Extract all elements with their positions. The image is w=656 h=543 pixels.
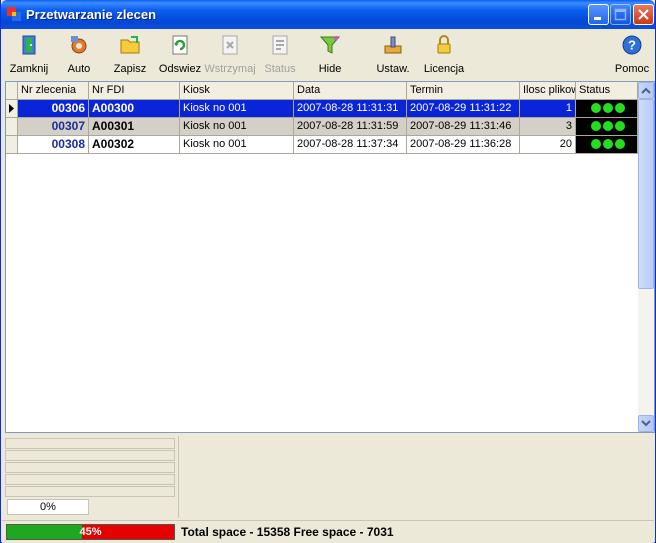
save-folder-icon bbox=[120, 36, 140, 54]
minimize-button[interactable] bbox=[588, 4, 609, 25]
status-light-icon bbox=[591, 103, 601, 113]
refresh-icon bbox=[172, 35, 188, 55]
status-light-icon bbox=[615, 139, 625, 149]
cell-nr-fdi: A00300 bbox=[89, 100, 180, 118]
help-icon: ? bbox=[622, 35, 642, 55]
row-indicator bbox=[6, 100, 18, 118]
vertical-scrollbar[interactable] bbox=[638, 82, 654, 432]
log-line bbox=[5, 474, 175, 485]
hide-button[interactable]: Hide bbox=[313, 32, 347, 76]
cell-kiosk: Kiosk no 001 bbox=[180, 136, 294, 154]
log-line bbox=[5, 438, 175, 449]
settings-icon bbox=[384, 36, 402, 54]
status-bar: 45% Total space - 15358 Free space - 703… bbox=[2, 520, 654, 543]
lock-icon bbox=[437, 35, 451, 54]
cell-ilosc-plikow: 3 bbox=[520, 118, 576, 136]
column-header-termin[interactable]: Termin bbox=[407, 82, 520, 100]
stop-icon bbox=[222, 35, 238, 55]
cell-data: 2007-08-28 11:31:59 bbox=[294, 118, 407, 136]
disk-usage-percent: 45% bbox=[79, 526, 102, 538]
refresh-button[interactable]: Odswiez bbox=[156, 32, 204, 76]
cell-nr-fdi: A00301 bbox=[89, 118, 180, 136]
pause-button[interactable]: Wstrzymaj bbox=[203, 32, 257, 76]
status-light-icon bbox=[591, 139, 601, 149]
cell-nr-fdi: A00302 bbox=[89, 136, 180, 154]
status-light-icon bbox=[615, 103, 625, 113]
maximize-icon bbox=[614, 8, 627, 21]
orders-grid[interactable]: Nr zlecenia Nr FDI Kiosk Data Termin Ilo… bbox=[5, 81, 655, 433]
table-row[interactable]: 00308 A00302 Kiosk no 001 2007-08-28 11:… bbox=[6, 136, 638, 154]
gear-icon bbox=[71, 36, 87, 54]
header-indicator bbox=[6, 82, 18, 100]
table-row[interactable]: 00306 A00300 Kiosk no 001 2007-08-28 11:… bbox=[6, 100, 638, 118]
status-light-icon bbox=[603, 103, 613, 113]
close-icon bbox=[638, 9, 649, 20]
log-line bbox=[5, 450, 175, 461]
table-row[interactable]: 00307 A00301 Kiosk no 001 2007-08-28 11:… bbox=[6, 118, 638, 136]
save-button[interactable]: Zapisz bbox=[108, 32, 152, 76]
log-line bbox=[5, 486, 175, 497]
scroll-thumb[interactable] bbox=[638, 99, 654, 289]
panel-splitter[interactable] bbox=[178, 436, 179, 518]
status-icon bbox=[272, 35, 288, 55]
disk-space-summary: Total space - 15358 Free space - 7031 bbox=[181, 525, 394, 539]
svg-text:?: ? bbox=[628, 38, 636, 53]
chevron-up-icon bbox=[641, 87, 651, 94]
toolbar: Zamknij Auto Zapisz Odswiez Wstrzymaj St… bbox=[2, 29, 654, 77]
help-button[interactable]: ? Pomoc bbox=[612, 32, 652, 76]
status-lights bbox=[590, 136, 626, 153]
current-row-arrow-icon bbox=[9, 104, 14, 113]
cell-nr-zlecenia: 00308 bbox=[18, 136, 89, 154]
cell-ilosc-plikow: 20 bbox=[520, 136, 576, 154]
scroll-up-button[interactable] bbox=[638, 82, 654, 99]
disk-usage-bar: 45% bbox=[6, 524, 175, 540]
scroll-down-button[interactable] bbox=[638, 415, 654, 432]
column-header-ilosc-plikow[interactable]: Ilosc plikow bbox=[520, 82, 576, 100]
close-button[interactable] bbox=[633, 4, 654, 25]
status-light-icon bbox=[603, 121, 613, 131]
window-title: Przetwarzanie zlecen bbox=[26, 7, 157, 22]
cell-kiosk: Kiosk no 001 bbox=[180, 118, 294, 136]
cell-kiosk: Kiosk no 001 bbox=[180, 100, 294, 118]
door-exit-icon bbox=[22, 35, 36, 55]
cell-termin: 2007-08-29 11:31:46 bbox=[407, 118, 520, 136]
status-lights bbox=[590, 100, 626, 117]
cell-nr-zlecenia: 00307 bbox=[18, 118, 89, 136]
filter-icon bbox=[319, 36, 341, 54]
close-app-button[interactable]: Zamknij bbox=[4, 32, 54, 76]
title-bar[interactable]: Przetwarzanie zlecen bbox=[1, 0, 655, 29]
column-header-nr-fdi[interactable]: Nr FDI bbox=[89, 82, 180, 100]
cell-data: 2007-08-28 11:37:34 bbox=[294, 136, 407, 154]
column-header-kiosk[interactable]: Kiosk bbox=[180, 82, 294, 100]
chevron-down-icon bbox=[641, 420, 651, 427]
cell-status bbox=[576, 136, 638, 154]
status-button[interactable]: Status bbox=[260, 32, 300, 76]
cell-termin: 2007-08-29 11:36:28 bbox=[407, 136, 520, 154]
auto-button[interactable]: Auto bbox=[58, 32, 100, 76]
cell-nr-zlecenia: 00306 bbox=[18, 100, 89, 118]
minimize-icon bbox=[594, 17, 601, 20]
row-indicator bbox=[6, 118, 18, 136]
cell-termin: 2007-08-29 11:31:22 bbox=[407, 100, 520, 118]
app-icon bbox=[7, 7, 21, 21]
log-panel: 0% bbox=[5, 436, 655, 518]
status-lights bbox=[590, 118, 626, 135]
license-button[interactable]: Licencja bbox=[421, 32, 467, 76]
maximize-button[interactable] bbox=[610, 4, 631, 25]
cell-status bbox=[576, 118, 638, 136]
column-header-data[interactable]: Data bbox=[294, 82, 407, 100]
status-light-icon bbox=[603, 139, 613, 149]
row-indicator bbox=[6, 136, 18, 154]
status-light-icon bbox=[615, 121, 625, 131]
cell-ilosc-plikow: 1 bbox=[520, 100, 576, 118]
column-header-status[interactable]: Status bbox=[576, 82, 638, 100]
column-header-nr-zlecenia[interactable]: Nr zlecenia bbox=[18, 82, 89, 100]
cell-data: 2007-08-28 11:31:31 bbox=[294, 100, 407, 118]
log-line bbox=[5, 462, 175, 473]
cell-status bbox=[576, 100, 638, 118]
main-window: Przetwarzanie zlecen Zamknij Auto Zapisz… bbox=[0, 0, 656, 543]
status-light-icon bbox=[591, 121, 601, 131]
settings-button[interactable]: Ustaw. bbox=[374, 32, 412, 76]
progress-percent: 0% bbox=[7, 499, 89, 515]
